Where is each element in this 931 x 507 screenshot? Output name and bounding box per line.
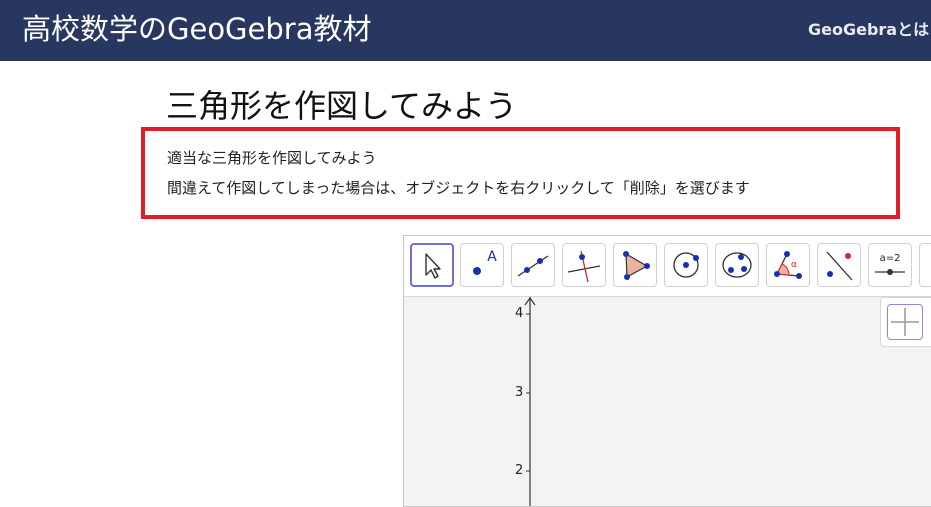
angle-tool[interactable]: α (766, 243, 810, 287)
circle-icon (673, 252, 699, 278)
reflect-icon (826, 251, 853, 281)
more-tool[interactable] (919, 243, 931, 287)
instruction-line-1: 適当な三角形を作図してみよう (167, 149, 377, 167)
arrow-icon (425, 253, 441, 279)
graphics-style-bar[interactable] (880, 297, 931, 347)
point-tool[interactable]: A (460, 243, 504, 287)
circle-three-points-tool[interactable] (715, 243, 759, 287)
nav-link-about-geogebra[interactable]: GeoGebraとは (808, 16, 929, 40)
line-tool[interactable] (511, 243, 555, 287)
graphics-view[interactable]: 4 3 2 (404, 296, 931, 506)
instruction-box: 適当な三角形を作図してみよう 間違えて作図してしまった場合は、オブジェクトを右ク… (141, 127, 900, 219)
circle-center-point-tool[interactable] (664, 243, 708, 287)
geogebra-applet[interactable]: A α a=2 4 3 2 (403, 235, 931, 507)
instruction-line-2: 間違えて作図してしまった場合は、オブジェクトを右クリックして「削除」を選びます (167, 179, 750, 197)
move-tool[interactable] (410, 243, 454, 287)
slider-tool[interactable]: a=2 (868, 243, 912, 287)
coordinate-axes (524, 296, 536, 506)
axes-icon (891, 308, 919, 336)
site-title[interactable]: 高校数学のGeoGebra教材 (22, 9, 371, 49)
angle-tool-label: α (791, 260, 797, 270)
geogebra-toolbar: A α a=2 (404, 236, 931, 297)
page-title: 三角形を作図してみよう (166, 87, 518, 125)
perpendicular-line-tool[interactable] (562, 243, 606, 287)
y-tick-label: 4 (515, 306, 524, 321)
polygon-icon (623, 251, 650, 280)
top-bar: 高校数学のGeoGebra教材 GeoGebraとは (0, 0, 931, 61)
reflect-tool[interactable] (817, 243, 861, 287)
circle-three-points-icon (722, 252, 752, 278)
polygon-tool[interactable] (613, 243, 657, 287)
more-icon (920, 244, 931, 286)
slider-icon (875, 269, 905, 275)
y-tick-label: 3 (515, 385, 524, 400)
line-icon (517, 255, 549, 277)
perpendicular-icon (567, 250, 601, 283)
point-tool-label: A (487, 249, 497, 265)
toggle-axes-button[interactable] (887, 304, 923, 340)
y-tick-label: 2 (515, 463, 524, 478)
